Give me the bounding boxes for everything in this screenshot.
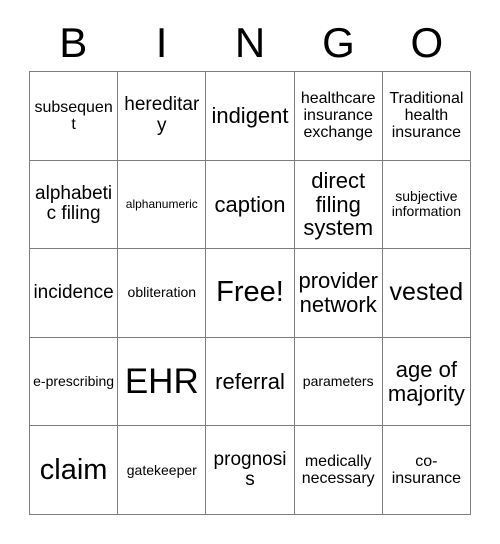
bingo-cell-r4c4[interactable]: parameters [294,337,383,427]
bingo-cell-r4c5[interactable]: age of majority [382,337,471,427]
bingo-cell-r5c4[interactable]: medically necessary [294,426,383,515]
bingo-cell-r4c1[interactable]: e-prescribing [30,337,119,427]
bingo-header-letter-n: N [234,19,266,66]
bingo-header-row: B I N G O [29,16,471,70]
bingo-cell-r5c5[interactable]: co-insurance [382,426,471,515]
bingo-cell-r4c3[interactable]: referral [206,337,295,427]
bingo-cell-label: parameters [302,373,374,390]
bingo-cell-label: age of majority [387,356,465,406]
bingo-cell-r1c4[interactable]: healthcare insurance exchange [294,72,383,161]
bingo-cell-label: vested [389,278,464,307]
bingo-header-letter-o: O [410,19,444,66]
bingo-cell-r5c1[interactable]: claim [30,426,119,515]
bingo-cell-label: referral [215,368,285,394]
bingo-cell-label: EHR [124,361,199,401]
bingo-card: B I N G O subsequent hereditary indigent… [0,0,500,544]
bingo-cell-r1c3[interactable]: indigent [206,72,295,161]
bingo-header-letter-i: I [155,19,168,66]
bingo-cell-label: subsequent [34,98,113,133]
bingo-cell-label: subjective information [391,188,462,220]
bingo-free-space-label: Free! [216,276,284,309]
bingo-cell-label: incidence [33,281,114,303]
bingo-cell-label: provider network [298,268,378,317]
bingo-cell-label: gatekeeper [126,461,197,478]
bingo-cell-label: e-prescribing [33,373,115,390]
bingo-cell-r4c2[interactable]: EHR [118,337,207,427]
bingo-cell-r3c5[interactable]: vested [382,249,471,338]
bingo-cell-label: medically necessary [301,452,375,488]
bingo-cell-r2c3[interactable]: caption [206,160,295,250]
bingo-cell-r3c4[interactable]: provider network [294,249,383,338]
bingo-cell-label: claim [39,453,108,486]
bingo-cell-r2c4[interactable]: direct filing system [294,160,383,250]
bingo-cell-label: direct filing system [303,167,374,241]
bingo-cell-label: obliteration [127,284,197,301]
bingo-cell-r1c1[interactable]: subsequent [30,72,119,161]
bingo-cell-r1c2[interactable]: hereditary [118,72,207,161]
bingo-cell-r5c2[interactable]: gatekeeper [118,426,207,515]
bingo-cell-r3c1[interactable]: incidence [30,249,119,338]
bingo-grid: subsequent hereditary indigent healthcar… [29,71,471,515]
bingo-cell-label: alphanumeric [125,196,198,211]
bingo-cell-label: Traditional health insurance [389,89,464,142]
bingo-cell-r1c5[interactable]: Traditional health insurance [382,72,471,161]
bingo-cell-label: co-insurance [391,452,462,488]
bingo-cell-r3c2[interactable]: obliteration [118,249,207,338]
bingo-cell-label: prognosis [213,448,287,491]
bingo-cell-label: alphabetic filing [35,182,113,225]
bingo-header-letter-b: B [59,19,88,66]
bingo-cell-label: indigent [211,102,289,128]
bingo-header-letter-g: G [322,19,355,66]
bingo-cell-label: hereditary [124,94,200,136]
bingo-cell-label: healthcare insurance exchange [300,89,376,142]
bingo-cell-r2c1[interactable]: alphabetic filing [30,160,119,250]
bingo-cell-r5c3[interactable]: prognosis [206,426,295,515]
bingo-cell-r2c5[interactable]: subjective information [382,160,471,250]
bingo-cell-free-space[interactable]: Free! [206,249,295,338]
bingo-cell-label: caption [214,191,286,217]
bingo-cell-r2c2[interactable]: alphanumeric [118,160,207,250]
